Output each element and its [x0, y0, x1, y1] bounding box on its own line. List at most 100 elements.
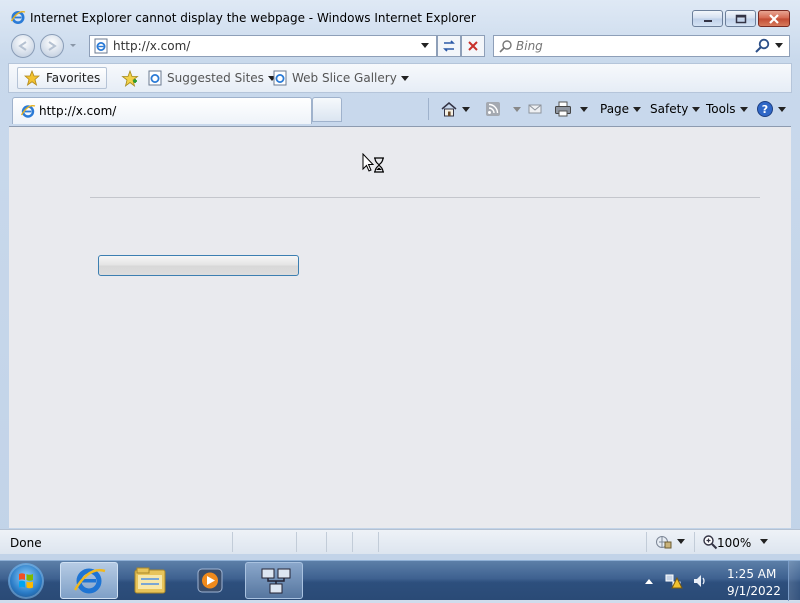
back-button[interactable] — [11, 34, 35, 58]
start-button[interactable] — [8, 563, 44, 599]
taskbar-windows-explorer[interactable] — [121, 562, 179, 599]
favorites-bar: Favorites Suggested Sites Web Slice Gall… — [8, 63, 792, 93]
chevron-down-icon — [692, 106, 701, 112]
network-tray-icon[interactable] — [664, 573, 684, 591]
favorites-button[interactable]: Favorites — [17, 67, 108, 89]
network-icon — [261, 568, 291, 594]
mail-icon — [528, 104, 542, 114]
show-desktop-button[interactable] — [788, 561, 800, 601]
help-icon: ? — [757, 101, 773, 117]
status-divider — [378, 532, 379, 552]
media-player-icon — [197, 568, 223, 593]
horizontal-rule — [90, 197, 760, 198]
tools-menu[interactable]: Tools — [706, 100, 748, 118]
chevron-down-icon — [739, 106, 748, 112]
windows-logo-icon — [19, 573, 33, 589]
command-bar-divider — [428, 98, 429, 120]
maximize-icon — [735, 14, 746, 23]
close-icon — [769, 13, 779, 24]
status-divider — [296, 532, 297, 552]
new-tab-button[interactable] — [312, 97, 342, 122]
add-to-favorites-bar-icon[interactable] — [121, 70, 139, 88]
search-box[interactable] — [493, 35, 790, 57]
zoom-icon[interactable] — [702, 534, 718, 550]
ie-page-icon — [148, 70, 162, 86]
close-button[interactable] — [758, 10, 790, 27]
chevron-down-icon — [400, 75, 409, 81]
help-button[interactable]: ? — [756, 100, 786, 118]
taskbar-network[interactable] — [245, 562, 303, 599]
recent-pages-dropdown-icon[interactable] — [68, 40, 78, 50]
address-bar[interactable] — [89, 35, 437, 57]
chevron-down-icon — [462, 106, 470, 112]
printer-icon — [555, 101, 571, 117]
address-dropdown-icon[interactable] — [420, 42, 430, 50]
loading-placeholder-button[interactable] — [98, 255, 299, 276]
search-input[interactable] — [516, 38, 746, 54]
page-menu[interactable]: Page — [600, 100, 642, 118]
minimize-button[interactable] — [692, 10, 723, 27]
taskbar-internet-explorer[interactable] — [60, 562, 118, 599]
page-icon — [94, 38, 108, 54]
tab-active[interactable]: http://x.com/ — [12, 97, 312, 124]
clock-date[interactable]: 9/1/2022 — [727, 584, 781, 598]
minimize-icon — [703, 19, 712, 22]
search-icon[interactable] — [754, 38, 772, 54]
address-input[interactable] — [113, 38, 413, 54]
status-divider — [232, 532, 233, 552]
ie-window: Internet Explorer cannot display the web… — [0, 0, 800, 560]
chevron-down-icon — [778, 106, 786, 112]
maximize-button[interactable] — [725, 10, 756, 27]
back-arrow-icon — [18, 41, 27, 51]
taskbar: 1:25 AM 9/1/2022 — [0, 560, 800, 601]
title-bar[interactable]: Internet Explorer cannot display the web… — [0, 0, 800, 34]
window-title: Internet Explorer cannot display the web… — [30, 11, 476, 25]
ie-logo-icon — [73, 568, 106, 594]
favorites-label: Favorites — [46, 71, 101, 85]
stop-button[interactable] — [461, 35, 485, 57]
safety-menu[interactable]: Safety — [650, 100, 701, 118]
page-menu-label: Page — [600, 102, 630, 116]
read-mail-button[interactable] — [528, 100, 542, 118]
feeds-button[interactable] — [485, 100, 521, 118]
show-hidden-icons-icon[interactable] — [644, 577, 654, 585]
web-slice-gallery-item[interactable]: Web Slice Gallery — [272, 70, 409, 86]
favorites-star-icon — [24, 70, 40, 86]
ie-logo-icon — [10, 11, 26, 24]
clock-time[interactable]: 1:25 AM — [727, 567, 776, 581]
chevron-down-icon — [513, 106, 521, 112]
folder-icon — [134, 567, 166, 594]
forward-button[interactable] — [40, 34, 64, 58]
chevron-down-icon[interactable] — [677, 539, 685, 544]
ie-page-icon — [273, 70, 287, 86]
refresh-button[interactable] — [437, 35, 461, 57]
print-button[interactable] — [554, 100, 588, 118]
bing-search-icon — [499, 40, 512, 53]
status-bar: Done 100% — [0, 529, 800, 554]
refresh-icon — [443, 40, 455, 52]
home-button[interactable] — [440, 100, 470, 118]
status-divider — [326, 532, 327, 552]
taskbar-media-player[interactable] — [181, 562, 239, 599]
status-divider — [352, 532, 353, 552]
suggested-sites-item[interactable]: Suggested Sites — [147, 70, 276, 86]
search-options-dropdown-icon[interactable] — [774, 42, 784, 50]
status-divider — [646, 532, 647, 552]
chevron-down-icon[interactable] — [760, 539, 768, 544]
status-text: Done — [10, 536, 42, 550]
chevron-down-icon — [580, 106, 588, 112]
busy-cursor-icon — [362, 153, 384, 173]
ie-page-icon — [20, 105, 36, 118]
home-icon — [441, 102, 457, 117]
web-slice-gallery-label: Web Slice Gallery — [292, 71, 397, 85]
forward-arrow-icon — [48, 41, 57, 51]
security-zone-icon[interactable] — [655, 534, 673, 550]
zoom-level[interactable]: 100% — [717, 536, 751, 550]
volume-icon[interactable] — [692, 573, 708, 589]
stop-icon — [468, 41, 478, 51]
safety-menu-label: Safety — [650, 102, 689, 116]
svg-text:?: ? — [762, 103, 768, 116]
status-divider — [694, 532, 695, 552]
chevron-down-icon — [633, 106, 642, 112]
page-content[interactable] — [9, 126, 791, 528]
